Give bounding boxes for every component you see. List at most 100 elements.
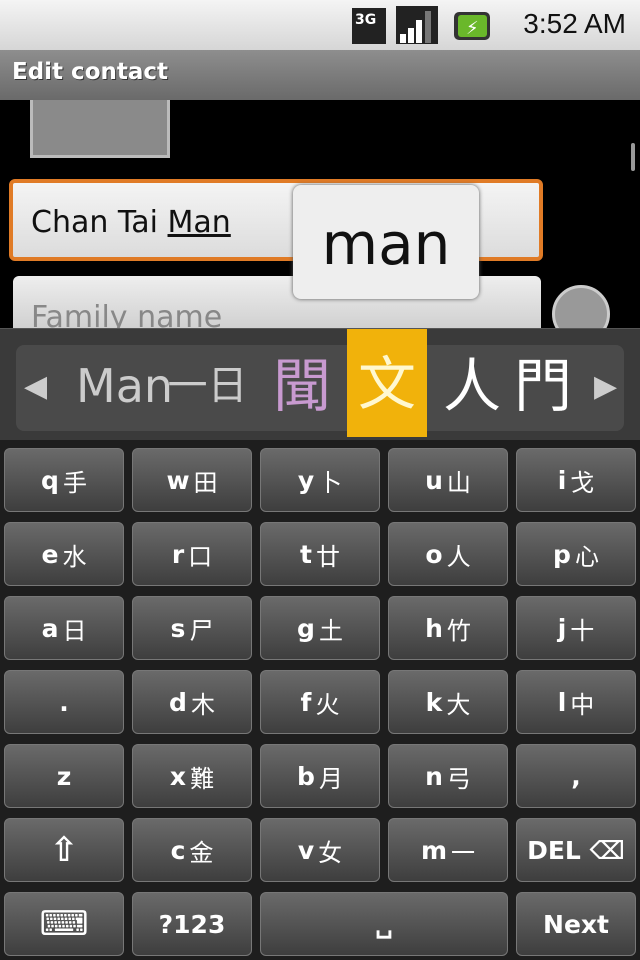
key-radical: 田 — [193, 468, 218, 497]
key-label: x — [169, 761, 187, 791]
key-label: o — [425, 539, 443, 569]
key-radical: 手 — [62, 468, 87, 497]
key-radical: 木 — [190, 690, 215, 719]
key-label: b — [297, 761, 315, 791]
key-d[interactable]: d木 — [132, 670, 252, 734]
key-label: , — [571, 761, 581, 791]
key-radical: 難 — [190, 764, 215, 793]
key-label: ?123 — [158, 909, 226, 939]
key-u[interactable]: u山 — [388, 448, 508, 512]
key-p[interactable]: p心 — [516, 522, 636, 586]
candidate[interactable]: 一日弓 — [155, 341, 260, 499]
key-radical: 人 — [446, 542, 471, 571]
key-w[interactable]: w田 — [132, 448, 252, 512]
key-label: y — [297, 465, 315, 495]
key-radical: 卜 — [318, 468, 343, 497]
key-label: n — [425, 761, 443, 791]
key-radical: 廿 — [315, 542, 340, 571]
key-k[interactable]: k大 — [388, 670, 508, 734]
key-v[interactable]: v女 — [260, 818, 380, 882]
key-o[interactable]: o人 — [388, 522, 508, 586]
key-m[interactable]: m一 — [388, 818, 508, 882]
key-radical: 月 — [318, 764, 343, 793]
key-label: z — [56, 761, 72, 791]
key-radical: 金 — [189, 838, 214, 867]
key-radical: 中 — [570, 690, 595, 719]
candidate-selected[interactable]: 文 — [347, 329, 427, 437]
key-z[interactable]: z — [4, 744, 124, 808]
key-label: r — [171, 539, 185, 569]
keyboard-icon: ⌨ — [39, 904, 89, 944]
key-label: u — [425, 465, 443, 495]
key-c[interactable]: c金 — [132, 818, 252, 882]
key-label: c — [170, 835, 186, 865]
key-radical: 竹 — [446, 616, 471, 645]
key-q[interactable]: q手 — [4, 448, 124, 512]
key-y[interactable]: y卜 — [260, 448, 380, 512]
symbols-key[interactable]: ?123 — [132, 892, 252, 956]
candidate[interactable]: 聞 — [262, 341, 342, 437]
key-radical: 尸 — [189, 616, 214, 645]
3g-data-icon: 3G — [352, 8, 386, 44]
key-f[interactable]: f火 — [260, 670, 380, 734]
key-label: e — [41, 539, 59, 569]
key-label: g — [297, 613, 315, 643]
shift-key[interactable]: ⇧ — [4, 818, 124, 882]
key-l[interactable]: l中 — [516, 670, 636, 734]
key-radical: 山 — [446, 468, 471, 497]
key-radical: 火 — [315, 690, 340, 719]
key-label: j — [557, 613, 567, 643]
candidate[interactable]: 人 — [432, 341, 512, 437]
key-label: a — [41, 613, 59, 643]
key-a[interactable]: a日 — [4, 596, 124, 660]
key-n[interactable]: n弓 — [388, 744, 508, 808]
key-label: p — [553, 539, 571, 569]
key-radical: 日 — [62, 616, 87, 645]
key-s[interactable]: s尸 — [132, 596, 252, 660]
composing-text: Man — [167, 205, 231, 240]
space-key[interactable]: ␣ — [260, 892, 508, 956]
key-radical: 大 — [446, 690, 471, 719]
key-h[interactable]: h竹 — [388, 596, 508, 660]
candidate[interactable]: Man — [76, 341, 173, 437]
key-period[interactable]: . — [4, 670, 124, 734]
key-x[interactable]: x難 — [132, 744, 252, 808]
key-g[interactable]: g土 — [260, 596, 380, 660]
keyboard: q手w田y卜u山i戈e水r口t廿o人p心a日s尸g土h竹j十.d木f火k大l中z… — [0, 440, 640, 960]
key-label: q — [41, 465, 59, 495]
key-label: w — [166, 465, 190, 495]
scroll-right-icon[interactable]: ▶ — [594, 369, 617, 404]
key-comma[interactable]: , — [516, 744, 636, 808]
key-e[interactable]: e水 — [4, 522, 124, 586]
next-key[interactable]: Next — [516, 892, 636, 956]
key-j[interactable]: j十 — [516, 596, 636, 660]
key-radical: 女 — [318, 838, 343, 867]
key-label: t — [300, 539, 312, 569]
status-bar: 3G ⚡ 3:52 AM — [0, 0, 640, 50]
key-label: m — [420, 835, 448, 865]
key-radical: 弓 — [446, 764, 471, 793]
keyboard-settings-key[interactable]: ⌨ — [4, 892, 124, 956]
svg-text:3G: 3G — [355, 12, 376, 28]
key-r[interactable]: r口 — [132, 522, 252, 586]
scroll-left-icon[interactable]: ◀ — [24, 369, 47, 404]
key-radical: 口 — [188, 542, 213, 571]
key-label: ␣ — [375, 909, 393, 939]
key-radical: 戈 — [570, 468, 595, 497]
key-label: ⇧ — [49, 830, 79, 870]
key-label: h — [425, 613, 443, 643]
svg-text:⚡: ⚡ — [466, 18, 479, 39]
candidate[interactable]: 門 — [514, 341, 568, 437]
key-i[interactable]: i戈 — [516, 448, 636, 512]
key-t[interactable]: t廿 — [260, 522, 380, 586]
contact-photo[interactable] — [30, 100, 170, 158]
key-radical: 心 — [574, 542, 599, 571]
key-label: d — [169, 687, 187, 717]
battery-charging-icon: ⚡ — [454, 12, 490, 40]
scrollbar[interactable] — [631, 143, 635, 171]
key-label: DEL ⌫ — [527, 835, 625, 865]
key-label: f — [300, 687, 312, 717]
key-b[interactable]: b月 — [260, 744, 380, 808]
delete-key[interactable]: DEL ⌫ — [516, 818, 636, 882]
key-label: s — [170, 613, 186, 643]
